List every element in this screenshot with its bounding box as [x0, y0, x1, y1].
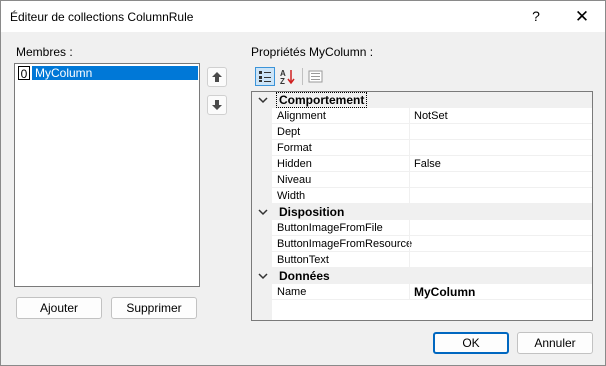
column-divider	[409, 172, 410, 188]
members-list[interactable]: 0 MyColumn	[14, 63, 200, 287]
arrow-down-icon	[212, 100, 222, 110]
property-row[interactable]: Hidden False	[252, 156, 592, 172]
property-row[interactable]: ButtonText	[252, 252, 592, 268]
close-button[interactable]: ✕	[559, 1, 605, 32]
property-name: ButtonText	[277, 254, 329, 266]
ok-button[interactable]: OK	[433, 332, 509, 354]
property-value[interactable]: MyColumn	[414, 285, 475, 299]
collapse-icon[interactable]	[258, 207, 268, 217]
property-grid[interactable]: Comportement Alignment NotSet Dept Forma…	[251, 91, 593, 321]
toolbar-separator	[302, 68, 303, 85]
property-name: Hidden	[277, 158, 312, 170]
property-name: ButtonImageFromResource	[277, 238, 413, 250]
column-divider	[409, 140, 410, 156]
category-row[interactable]: Disposition	[252, 204, 592, 220]
categorized-icon[interactable]	[255, 67, 275, 86]
column-divider	[409, 124, 410, 140]
remove-button[interactable]: Supprimer	[111, 297, 197, 319]
column-divider	[409, 220, 410, 236]
property-name: Niveau	[277, 174, 312, 186]
category-row[interactable]: Comportement	[252, 92, 592, 108]
property-name: Alignment	[277, 110, 326, 122]
arrow-up-icon	[212, 72, 222, 82]
property-row[interactable]: Dept	[252, 124, 592, 140]
property-row[interactable]: Niveau	[252, 172, 592, 188]
cancel-button[interactable]: Annuler	[517, 332, 593, 354]
property-row[interactable]: ButtonImageFromResource	[252, 236, 592, 252]
member-index: 0	[18, 66, 30, 81]
property-row[interactable]: Alignment NotSet	[252, 108, 592, 124]
properties-label: Propriétés MyColumn :	[251, 45, 374, 59]
category-row[interactable]: Données	[252, 268, 592, 284]
column-divider	[409, 252, 410, 268]
column-divider	[409, 236, 410, 252]
property-name: Width	[277, 190, 306, 202]
column-divider	[409, 108, 410, 124]
property-row[interactable]: Name MyColumn	[252, 284, 592, 300]
property-value[interactable]: NotSet	[414, 109, 448, 123]
property-value[interactable]: False	[414, 157, 441, 171]
member-name[interactable]: MyColumn	[32, 66, 198, 80]
property-name: Dept	[277, 126, 301, 138]
property-name: ButtonImageFromFile	[277, 222, 383, 234]
property-row[interactable]: ButtonImageFromFile	[252, 220, 592, 236]
property-row[interactable]: Width	[252, 188, 592, 204]
collection-editor-dialog: Éditeur de collections ColumnRule ? ✕ Me…	[0, 0, 606, 366]
add-button[interactable]: Ajouter	[16, 297, 102, 319]
property-row[interactable]: Format	[252, 140, 592, 156]
member-item[interactable]: 0 MyColumn	[16, 66, 198, 81]
category-label: Données	[279, 269, 330, 283]
column-divider	[409, 156, 410, 172]
move-down-button[interactable]	[207, 95, 227, 115]
property-name: Format	[277, 142, 312, 154]
property-name: Name	[277, 286, 307, 298]
help-button[interactable]: ?	[513, 1, 559, 32]
column-divider	[409, 188, 410, 204]
alphabetical-icon[interactable]: A Z	[278, 67, 298, 86]
window-title: Éditeur de collections ColumnRule	[10, 10, 194, 24]
column-divider	[409, 284, 410, 300]
title-bar: Éditeur de collections ColumnRule ? ✕	[1, 1, 605, 32]
collapse-icon[interactable]	[258, 95, 268, 105]
move-up-button[interactable]	[207, 67, 227, 87]
members-label: Membres :	[16, 45, 73, 59]
property-pages-icon[interactable]	[306, 67, 326, 86]
category-label: Disposition	[279, 205, 345, 219]
svg-text:Z: Z	[280, 77, 285, 86]
collapse-icon[interactable]	[258, 271, 268, 281]
category-label: Comportement	[275, 92, 368, 108]
